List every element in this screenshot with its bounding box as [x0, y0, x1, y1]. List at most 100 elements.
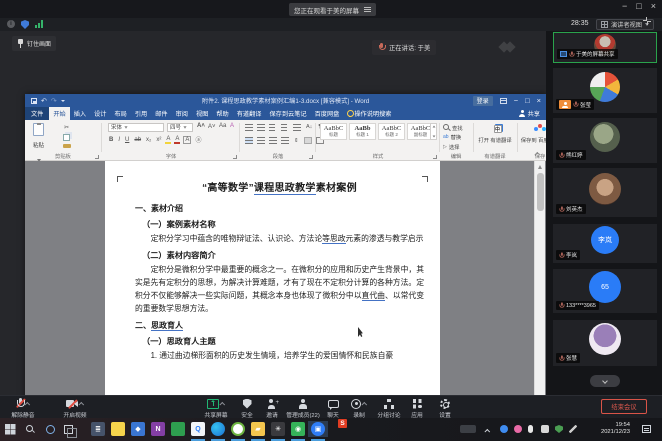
tray-phone-icon[interactable] — [541, 425, 549, 433]
minimize-button[interactable]: − — [622, 1, 627, 11]
font-size-select[interactable]: 四号 — [167, 123, 193, 132]
close-button[interactable]: × — [651, 1, 656, 11]
chevron-up-icon[interactable] — [24, 401, 30, 407]
redo-icon[interactable]: ↷ — [51, 97, 57, 105]
tray-pink-icon[interactable] — [514, 425, 522, 433]
change-case-icon[interactable]: Aa — [218, 123, 227, 129]
chevron-up-icon[interactable] — [78, 401, 84, 407]
line-spacing-icon[interactable]: ⇕ — [293, 138, 300, 144]
tab-设计[interactable]: 设计 — [90, 107, 110, 121]
font-name-select[interactable]: 宋体 — [108, 123, 164, 132]
taskbar-search[interactable] — [22, 421, 38, 437]
grow-font-icon[interactable]: A˄ — [196, 123, 206, 129]
taskbar-app-tencent-meeting[interactable]: ▣ — [308, 421, 328, 437]
decrease-indent-icon[interactable] — [281, 124, 289, 131]
taskbar-app-onenote[interactable]: N — [150, 421, 166, 437]
tray-s-badge-icon[interactable]: S — [338, 419, 347, 428]
tab-引用[interactable]: 引用 — [131, 107, 151, 121]
font-color-button[interactable]: A — [174, 136, 180, 144]
copy-icon[interactable] — [63, 134, 70, 141]
watching-banner[interactable]: 您正在观看于美的屏幕 — [289, 3, 376, 16]
network-signal-icon[interactable] — [35, 20, 44, 28]
undo-icon[interactable]: ↶ — [41, 97, 47, 105]
unmute-button[interactable]: 解除静音 — [0, 398, 46, 419]
align-center-icon[interactable] — [257, 137, 265, 144]
strikethrough-button[interactable]: ab — [133, 137, 142, 143]
format-painter-icon[interactable] — [63, 144, 71, 148]
numbering-icon[interactable] — [257, 124, 265, 131]
end-meeting-button[interactable]: 结束会议 — [601, 399, 647, 414]
share-button[interactable]: 共享 — [513, 107, 546, 120]
scroll-up-icon[interactable] — [538, 165, 542, 169]
style-card-标题[interactable]: AaBbC标题 — [320, 123, 347, 140]
taskbar-app-wechat[interactable]: ◉ — [290, 421, 306, 437]
taskbar-app-qq-browser[interactable]: Q — [190, 421, 206, 437]
tab-插入[interactable]: 插入 — [70, 107, 90, 121]
youdao-button-label[interactable]: 打开 有道翻译 — [475, 138, 515, 144]
tab-文件[interactable]: 文件 — [25, 107, 49, 121]
tab-有道翻译[interactable]: 有道翻译 — [233, 107, 266, 121]
tray-expand-icon[interactable] — [484, 429, 490, 435]
tab-布局[interactable]: 布局 — [111, 107, 131, 121]
styles-dialog-launcher[interactable] — [433, 155, 437, 159]
chevron-up-icon[interactable] — [219, 401, 225, 407]
shading-icon[interactable] — [304, 137, 312, 144]
paragraph-dialog-launcher[interactable] — [309, 155, 313, 159]
info-icon[interactable]: i — [7, 20, 15, 28]
baidu-netdisk-icon[interactable] — [534, 124, 546, 133]
security-shield-icon[interactable] — [21, 20, 29, 29]
font-dialog-launcher[interactable] — [233, 155, 237, 159]
start-video-button[interactable]: 开启视频 — [52, 398, 98, 419]
participant-tile[interactable]: 65133****3965 — [553, 269, 657, 313]
word-close-button[interactable]: × — [537, 96, 541, 105]
increase-indent-icon[interactable] — [293, 124, 301, 131]
cortana-button[interactable] — [42, 421, 58, 437]
clipboard-dialog-launcher[interactable] — [95, 155, 99, 159]
bold-button[interactable]: B — [108, 137, 114, 143]
underline-button[interactable]: U — [124, 137, 130, 143]
youdao-translate-icon[interactable]: A中 — [489, 124, 502, 133]
participant-tile[interactable]: 李岚李岚 — [553, 224, 657, 263]
participant-tile[interactable]: 于美的屏幕共享 — [553, 32, 657, 63]
tab-视图[interactable]: 视图 — [192, 107, 212, 121]
word-maximize-button[interactable]: □ — [525, 96, 530, 105]
taskbar-app-calculator[interactable]: ≣ — [90, 421, 106, 437]
align-left-icon[interactable] — [245, 137, 253, 144]
pin-view-button[interactable]: 钉住画面 — [12, 36, 56, 51]
maximize-button[interactable]: □ — [636, 1, 641, 11]
shrink-font-icon[interactable]: A˅ — [207, 124, 217, 130]
tell-me-search[interactable]: 操作说明搜索 — [343, 107, 395, 120]
taskbar-app-file-explorer[interactable]: ▰ — [250, 421, 266, 437]
participant-tile[interactable]: 张莹 — [553, 68, 657, 113]
task-view-button[interactable] — [60, 421, 76, 437]
scrollbar-thumb[interactable] — [537, 173, 544, 211]
tab-开始[interactable]: 开始 — [49, 107, 69, 121]
menu-icon[interactable] — [364, 7, 371, 12]
tray-mic-icon[interactable] — [528, 425, 533, 433]
align-right-icon[interactable] — [269, 137, 277, 144]
taskbar-app-green-circle-app[interactable] — [230, 421, 246, 437]
bullets-icon[interactable] — [245, 124, 253, 131]
participant-tile[interactable]: 熊红婷 — [553, 118, 657, 163]
qat-dropdown-icon[interactable] — [61, 100, 65, 102]
start-button[interactable] — [2, 421, 18, 437]
document-area[interactable]: “高等数学”课程思政教学素材案例一、素材介绍（一）案例素材名称定积分学习中蕴含的… — [25, 161, 546, 396]
tray-shield-icon[interactable] — [555, 425, 563, 433]
tab-审阅[interactable]: 审阅 — [172, 107, 192, 121]
taskbar-clock[interactable]: 19:54 2021/12/23 — [601, 422, 630, 436]
ribbon-display-options-icon[interactable] — [500, 98, 507, 104]
taskbar-app-edge[interactable] — [210, 421, 226, 437]
tab-百度网盘[interactable]: 百度网盘 — [311, 107, 344, 121]
action-center-button[interactable] — [638, 421, 654, 437]
participant-tile[interactable]: 刘英杰 — [553, 168, 657, 217]
login-button[interactable]: 登录 — [473, 96, 493, 106]
participant-tile[interactable]: 张慧 — [553, 320, 657, 366]
highlight-color-button[interactable]: A — [165, 136, 171, 144]
screen-recorder-tray-icon[interactable] — [460, 425, 476, 433]
clear-format-icon[interactable]: A — [229, 123, 235, 129]
enclose-character-icon[interactable]: ⓐ — [194, 135, 202, 144]
taskbar-app-dark-multicolor-app[interactable]: ✳ — [270, 421, 286, 437]
taskbar-app-green-app[interactable] — [170, 421, 186, 437]
tray-blue-icon[interactable] — [500, 425, 508, 433]
tray-pen-icon[interactable] — [569, 425, 577, 433]
